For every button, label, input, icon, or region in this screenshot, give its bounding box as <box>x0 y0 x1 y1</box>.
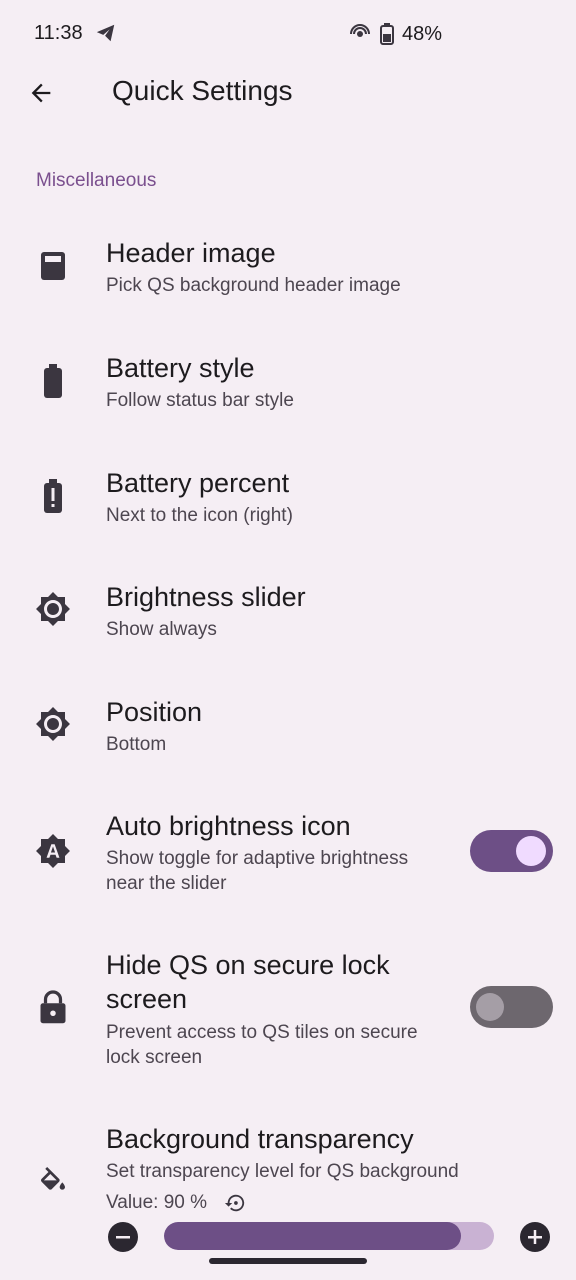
status-bar: 11:38 48% <box>0 0 576 66</box>
battery-percent-text: 48% <box>401 22 442 45</box>
hide-qs-toggle[interactable] <box>470 986 553 1028</box>
pref-title: screen <box>106 984 188 1014</box>
lock-icon <box>34 988 72 1026</box>
pref-summary: Show toggle for adaptive brightness <box>106 848 409 869</box>
pref-summary: Follow status bar style <box>106 390 294 411</box>
value-text: Value: 90 % <box>106 1192 208 1213</box>
pref-summary: near the slider <box>106 873 227 894</box>
pref-summary: Next to the icon (right) <box>106 505 293 526</box>
transparency-slider-area <box>0 1218 576 1252</box>
auto-brightness-toggle[interactable] <box>470 830 553 872</box>
minus-icon <box>116 1236 130 1239</box>
back-button[interactable] <box>22 74 60 112</box>
telegram-icon <box>96 24 115 42</box>
slider-fill <box>164 1222 461 1250</box>
pref-summary: Pick QS background header image <box>106 275 401 296</box>
pref-header-image[interactable]: Header image Pick QS background header i… <box>0 225 576 325</box>
pref-title: Position <box>106 697 203 727</box>
pref-summary: Show always <box>106 619 217 640</box>
toggle-knob <box>476 993 504 1021</box>
transparency-slider[interactable] <box>164 1222 494 1250</box>
arrow-back-icon <box>31 83 51 103</box>
pref-title: Battery percent <box>106 468 290 498</box>
pref-title: Battery style <box>106 353 255 383</box>
pref-title: Background transparency <box>106 1124 414 1154</box>
pref-summary: lock screen <box>106 1047 203 1068</box>
gesture-nav-handle[interactable] <box>209 1258 367 1264</box>
image-icon <box>34 247 72 285</box>
battery-icon <box>34 362 72 400</box>
pref-battery-percent[interactable]: Battery percent Next to the icon (right) <box>0 455 576 555</box>
pref-title: Hide QS on secure lock <box>106 950 390 980</box>
decrease-button[interactable] <box>108 1222 138 1252</box>
paint-bucket-icon <box>34 1164 72 1202</box>
section-title: Miscellaneous <box>36 170 157 191</box>
status-time: 11:38 <box>34 22 83 44</box>
reset-icon[interactable] <box>224 1192 246 1214</box>
pref-background-transparency: Background transparency Set transparency… <box>0 1112 576 1218</box>
status-icons: 48% <box>348 22 442 46</box>
pref-title: Auto brightness icon <box>106 811 351 841</box>
page-title: Quick Settings <box>112 75 293 106</box>
brightness-icon <box>34 590 72 628</box>
auto-brightness-icon <box>34 832 72 870</box>
pref-brightness-slider[interactable]: Brightness slider Show always <box>0 570 576 670</box>
toolbar: Quick Settings <box>0 66 576 118</box>
increase-button[interactable] <box>520 1222 550 1252</box>
pref-hide-qs-lock-screen[interactable]: Hide QS on secure lock screen Prevent ac… <box>0 940 576 1080</box>
battery-icon <box>379 23 394 45</box>
pref-title: Header image <box>106 238 276 268</box>
hotspot-icon <box>349 24 370 37</box>
pref-summary: Set transparency level for QS background <box>106 1161 459 1182</box>
pref-title: Brightness slider <box>106 582 306 612</box>
brightness-icon <box>34 705 72 743</box>
toggle-knob <box>516 836 546 866</box>
pref-summary: Prevent access to QS tiles on secure <box>106 1022 418 1043</box>
battery-alert-icon <box>34 477 72 515</box>
pref-battery-style[interactable]: Battery style Follow status bar style <box>0 340 576 440</box>
pref-auto-brightness-icon[interactable]: Auto brightness icon Show toggle for ada… <box>0 800 576 910</box>
pref-position[interactable]: Position Bottom <box>0 685 576 785</box>
pref-summary: Bottom <box>106 734 167 755</box>
plus-icon <box>528 1230 542 1244</box>
